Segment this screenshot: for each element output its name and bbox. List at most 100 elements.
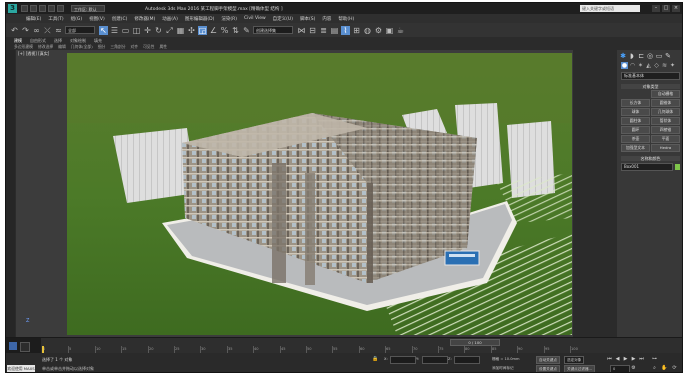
menu-item[interactable]: 帮助(H): [338, 16, 354, 22]
menu-item[interactable]: 内容: [322, 16, 331, 22]
y-coordinate-field[interactable]: [422, 356, 448, 364]
undo-quick-icon[interactable]: [48, 5, 55, 12]
systems-icon[interactable]: ✦: [669, 62, 676, 69]
object-type-button[interactable]: 加强型文本: [621, 144, 650, 152]
viewport-label[interactable]: [+] [透视] [真实]: [18, 51, 49, 57]
selection-filter-dropdown[interactable]: 全部: [65, 26, 95, 34]
previous-frame-icon[interactable]: ◀: [614, 356, 621, 362]
z-coordinate-field[interactable]: [454, 356, 480, 364]
minimize-button[interactable]: –: [652, 5, 660, 12]
pivot-icon[interactable]: ✣: [187, 26, 196, 35]
ribbon-tab[interactable]: 对象绘制: [70, 38, 86, 44]
workspace-dropdown[interactable]: 工作区: 默认: [71, 5, 105, 12]
orbit-icon[interactable]: ⟳: [671, 365, 678, 371]
menu-item[interactable]: 视图(V): [89, 16, 105, 22]
modify-icon[interactable]: ◗: [628, 52, 636, 60]
object-name-field[interactable]: Box001: [621, 163, 673, 171]
shapes-icon[interactable]: ◠: [629, 62, 636, 69]
key-mode-icon[interactable]: ⊶: [651, 356, 658, 362]
app-logo-icon[interactable]: 3: [8, 4, 17, 13]
key-filters-button[interactable]: 关键点过滤器...: [564, 365, 595, 372]
schematic-icon[interactable]: ⊞: [352, 26, 361, 35]
render-setup-icon[interactable]: ⚙: [374, 26, 383, 35]
maxscript-listener[interactable]: 欢迎使用 MAXS: [7, 365, 35, 372]
redo-quick-icon[interactable]: [57, 5, 64, 12]
go-to-start-icon[interactable]: ⏮: [606, 356, 613, 362]
graphite-icon[interactable]: ▤: [330, 26, 339, 35]
mirror-icon[interactable]: ⋈: [297, 26, 306, 35]
object-type-button[interactable]: 圆柱体: [621, 117, 650, 125]
cameras-icon[interactable]: ◭: [645, 62, 652, 69]
auto-key-button[interactable]: 自动关键点: [536, 356, 560, 364]
link-icon[interactable]: ∞: [32, 26, 41, 35]
time-config-icon[interactable]: ⚙: [630, 365, 637, 371]
render-icon[interactable]: ☕: [396, 26, 405, 35]
select-icon[interactable]: ↖: [99, 25, 108, 35]
menu-item[interactable]: 创建(C): [112, 16, 128, 22]
create-icon[interactable]: ✱: [619, 52, 627, 60]
bind-icon[interactable]: ≈: [54, 26, 63, 35]
menu-item[interactable]: 渲染(R): [221, 16, 237, 22]
menu-item[interactable]: 脚本(S): [300, 16, 315, 22]
selected-dropdown[interactable]: 选定对象: [564, 356, 585, 364]
ribbon-tab[interactable]: 建模: [14, 38, 22, 44]
object-type-button[interactable]: 圆锥体: [651, 99, 680, 107]
redo-icon[interactable]: ↷: [21, 26, 30, 35]
render-frame-icon[interactable]: ▣: [385, 26, 394, 35]
menu-item[interactable]: 动画(A): [162, 16, 178, 22]
snap-icon[interactable]: ◲: [198, 25, 207, 35]
name-color-header[interactable]: 名称和颜色: [621, 156, 680, 161]
set-key-button[interactable]: 设置关键点: [536, 365, 560, 372]
new-file-icon[interactable]: [21, 5, 28, 12]
viewport-thumb-icon-2[interactable]: [20, 342, 30, 352]
menu-item[interactable]: 组(G): [71, 16, 83, 22]
play-icon[interactable]: ▶: [622, 356, 629, 362]
window-crossing-icon[interactable]: ◫: [132, 26, 141, 35]
scale-icon[interactable]: ⤢: [165, 26, 174, 35]
menu-item[interactable]: 编辑(E): [26, 16, 41, 22]
rotate-icon[interactable]: ↻: [154, 26, 163, 35]
undo-icon[interactable]: ↶: [10, 26, 19, 35]
object-type-button[interactable]: 几何球体: [651, 108, 680, 116]
menu-item[interactable]: 工具(T): [48, 16, 63, 22]
current-frame-field[interactable]: 0: [610, 365, 630, 372]
unlink-icon[interactable]: ⤫: [43, 26, 52, 35]
angle-snap-icon[interactable]: ∠: [209, 26, 218, 35]
object-type-header[interactable]: 对象类型: [621, 84, 680, 89]
material-editor-icon[interactable]: ◍: [363, 26, 372, 35]
ribbon-tab[interactable]: 填充: [94, 38, 102, 44]
selection-set-dropdown[interactable]: 创建选择集: [253, 26, 293, 34]
x-coordinate-field[interactable]: [390, 356, 416, 364]
object-type-button[interactable]: 圆环: [621, 126, 650, 134]
lights-icon[interactable]: ✶: [637, 62, 644, 69]
select-name-icon[interactable]: ☰: [110, 26, 119, 35]
next-frame-icon[interactable]: ▶: [630, 356, 637, 362]
hierarchy-icon[interactable]: ⊏: [637, 52, 645, 60]
zoom-icon[interactable]: ⌕: [651, 365, 658, 371]
go-to-end-icon[interactable]: ⏭: [638, 356, 645, 362]
layer-icon[interactable]: ≣: [319, 26, 328, 35]
ribbon-tab[interactable]: 自由形式: [30, 38, 46, 44]
open-file-icon[interactable]: [30, 5, 37, 12]
percent-snap-icon[interactable]: %: [220, 26, 229, 35]
helpers-icon[interactable]: ◇: [653, 62, 660, 69]
object-type-button[interactable]: 茶壶: [621, 135, 650, 143]
menu-item[interactable]: Civil View: [244, 16, 266, 21]
menu-item[interactable]: 自定义(U): [273, 16, 293, 22]
menu-item[interactable]: 图形编辑器(D): [185, 16, 214, 22]
motion-icon[interactable]: ◎: [646, 52, 654, 60]
move-icon[interactable]: ✛: [143, 26, 152, 35]
object-color-swatch[interactable]: [675, 164, 680, 170]
curve-editor-icon[interactable]: ⌇: [341, 25, 350, 35]
edit-named-icon[interactable]: ✎: [242, 26, 251, 35]
viewport-thumb-icon[interactable]: [9, 342, 17, 350]
spacewarps-icon[interactable]: ≋: [661, 62, 668, 69]
spinner-snap-icon[interactable]: ⇅: [231, 26, 240, 35]
object-type-button[interactable]: Hedra: [651, 144, 680, 152]
track-bar-ruler[interactable]: 0 5 10 15 20 25 30 35 40 45 50 55 60 65 70 75 80 85 90 95 10…: [42, 346, 582, 353]
geometry-icon[interactable]: ●: [621, 62, 628, 69]
object-type-button[interactable]: 长方体: [621, 99, 650, 107]
object-type-button[interactable]: 球体: [621, 108, 650, 116]
utilities-icon[interactable]: ✎: [664, 52, 672, 60]
maximize-button[interactable]: □: [662, 5, 670, 12]
